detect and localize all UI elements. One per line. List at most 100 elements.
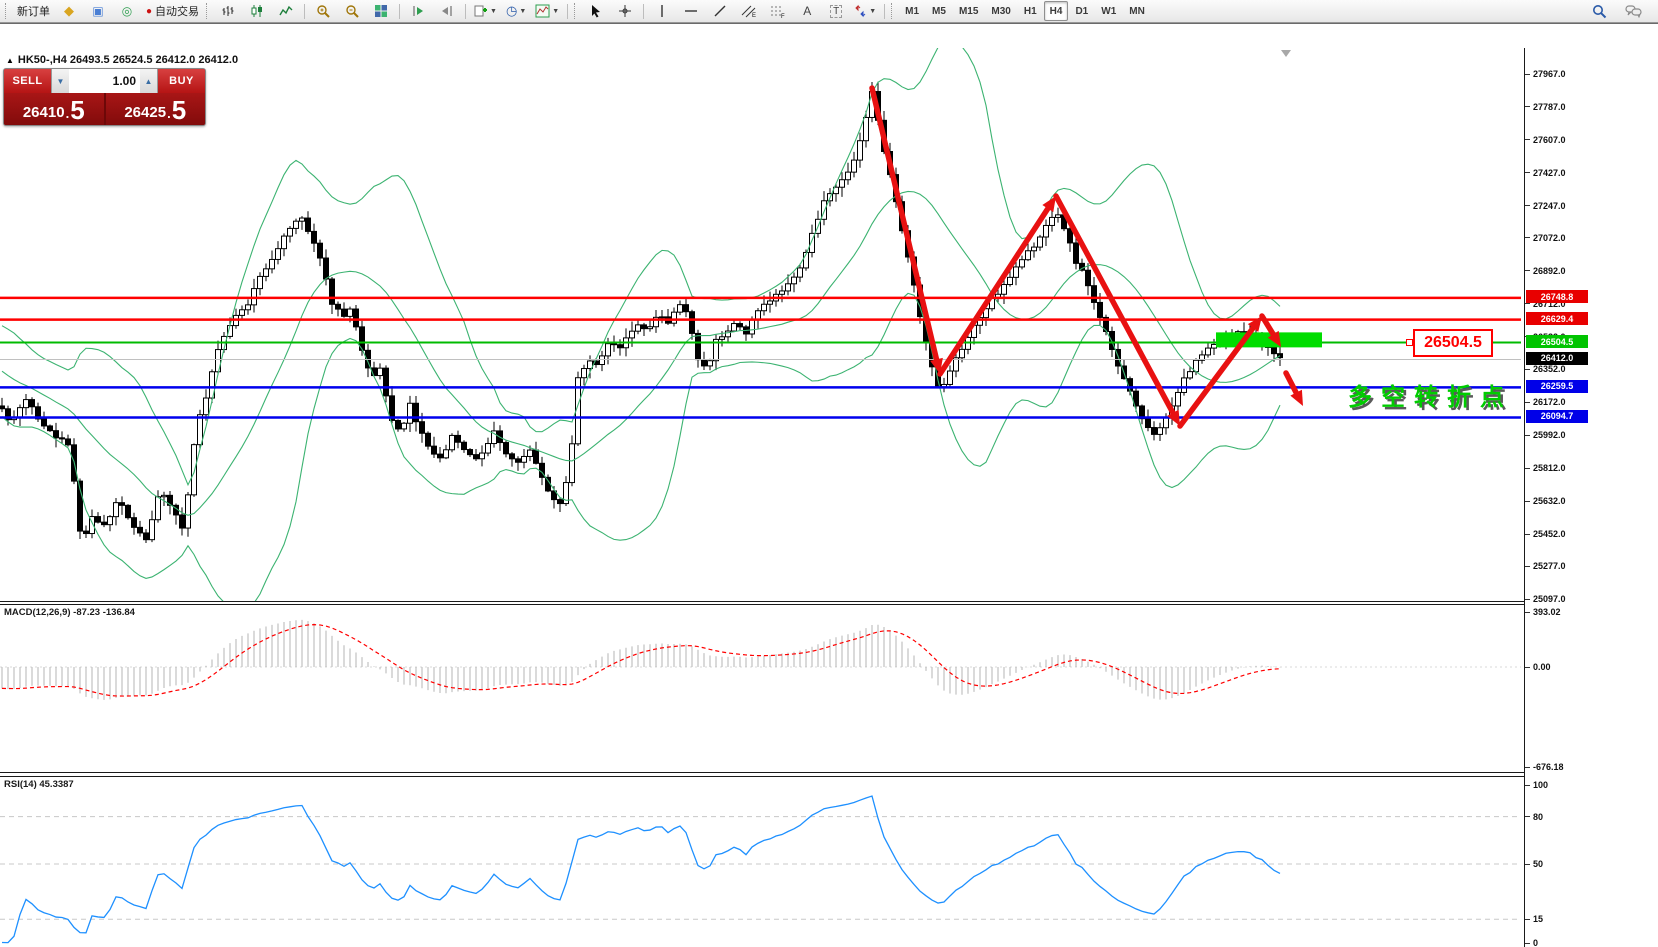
timeframe-button-M5[interactable]: M5 <box>926 1 952 21</box>
bar-chart-button[interactable] <box>214 1 242 22</box>
svg-text:F: F <box>781 14 785 18</box>
new-order-label: 新订单 <box>17 3 50 19</box>
mt4-terminal: 新订单 ◆ ▣ ◎ ● 自动交易 <box>0 0 1658 947</box>
text-button[interactable]: A <box>793 1 821 22</box>
rsi-axis-tick: 100 <box>1525 779 1548 791</box>
rsi-axis-tick: 0 <box>1525 937 1538 947</box>
new-chart-dropdown[interactable]: ▼ <box>470 1 501 22</box>
chat-icon[interactable] <box>1619 1 1647 22</box>
buy-price-dot: . <box>167 107 171 120</box>
market-watch-icon[interactable]: ◆ <box>55 1 83 22</box>
vertical-line-button[interactable] <box>648 1 676 22</box>
rsi-axis-tick: 50 <box>1525 858 1543 870</box>
sell-price[interactable]: 26410 . 5 <box>4 93 104 125</box>
buy-price-main: 26425 <box>124 105 166 120</box>
volume-decrease-button[interactable]: ▼ <box>52 69 69 93</box>
timeframe-button-M30[interactable]: M30 <box>985 1 1016 21</box>
svg-text:E: E <box>752 13 756 18</box>
timeframe-button-MN[interactable]: MN <box>1123 1 1151 21</box>
price-tick: 26172.0 <box>1525 396 1566 408</box>
price-tick: 27247.0 <box>1525 200 1566 212</box>
turning-point-annotation: 多空转折点 <box>1348 377 1513 412</box>
candlestick-chart-button[interactable] <box>243 1 271 22</box>
main-price-chart[interactable] <box>0 48 1524 601</box>
toolbar-separator <box>884 4 885 19</box>
toolbar-grip <box>5 3 8 19</box>
price-tick: 27787.0 <box>1525 101 1566 113</box>
price-tag-26094.7: 26094.7 <box>1526 410 1588 423</box>
price-tick: 25452.0 <box>1525 528 1566 540</box>
timeframe-button-M1[interactable]: M1 <box>899 1 925 21</box>
chart-shift-button[interactable] <box>433 1 461 22</box>
trendline-button[interactable] <box>706 1 734 22</box>
timeframe-button-H4[interactable]: H4 <box>1044 1 1069 21</box>
toolbar-separator <box>304 4 305 19</box>
timeframe-bar: M1M5M15M30H1H4D1W1MN <box>899 1 1151 21</box>
search-icon[interactable] <box>1585 1 1613 22</box>
new-order-button[interactable]: 新订单 <box>13 1 54 22</box>
toolbar-separator <box>567 4 568 19</box>
macd-indicator-label: MACD(12,26,9) -87.23 -136.84 <box>4 607 135 618</box>
macd-axis-max: 393.02 <box>1525 606 1561 618</box>
autotrading-label: 自动交易 <box>155 3 199 19</box>
toolbar-grip <box>574 3 577 19</box>
price-axis[interactable]: 27967.027787.027607.027427.027247.027072… <box>1524 48 1658 947</box>
buy-price-frac: 5 <box>172 97 186 123</box>
horizontal-line-button[interactable] <box>677 1 705 22</box>
toolbar-separator <box>465 4 466 19</box>
line-chart-button[interactable] <box>272 1 300 22</box>
tile-windows-button[interactable] <box>367 1 395 22</box>
chart-icon: ▲ <box>6 56 14 65</box>
toolbar-separator <box>399 4 400 19</box>
toolbar: 新订单 ◆ ▣ ◎ ● 自动交易 <box>0 0 1658 23</box>
callout-anchor[interactable] <box>1406 339 1413 346</box>
toolbar-grip <box>206 3 209 19</box>
indicators-dropdown[interactable]: ▼ <box>531 1 563 22</box>
chart-window: ▲HK50-,H4 26493.5 26524.5 26412.0 26412.… <box>0 23 1658 947</box>
auto-scroll-button[interactable] <box>404 1 432 22</box>
autotrading-button[interactable]: ● 自动交易 <box>142 1 203 22</box>
zoom-out-button[interactable] <box>338 1 366 22</box>
sell-button[interactable]: SELL <box>4 69 51 93</box>
price-tick: 25632.0 <box>1525 495 1566 507</box>
price-tick: 25097.0 <box>1525 593 1566 605</box>
fibonacci-button[interactable]: F <box>764 1 792 22</box>
text-label-button[interactable]: T <box>822 1 850 22</box>
macd-axis-zero: 0.00 <box>1525 661 1551 673</box>
toolbar-separator <box>643 4 644 19</box>
price-tag-26748.8: 26748.8 <box>1526 290 1588 303</box>
timeframe-button-D1[interactable]: D1 <box>1069 1 1094 21</box>
price-tick: 26352.0 <box>1525 363 1566 375</box>
crosshair-button[interactable] <box>611 1 639 22</box>
cursor-button[interactable] <box>582 1 610 22</box>
timeframe-button-H1[interactable]: H1 <box>1018 1 1043 21</box>
timeframe-button-W1[interactable]: W1 <box>1095 1 1122 21</box>
volume-input[interactable] <box>69 69 140 93</box>
macd-axis-min: -676.18 <box>1525 761 1564 773</box>
macd-pane[interactable] <box>0 604 1524 772</box>
navigator-icon[interactable]: ▣ <box>84 1 112 22</box>
price-tick: 27607.0 <box>1525 134 1566 146</box>
equidistant-channel-button[interactable]: E <box>735 1 763 22</box>
sell-price-frac: 5 <box>70 97 84 123</box>
price-tag-26259.5: 26259.5 <box>1526 380 1588 393</box>
price-tick: 27072.0 <box>1525 232 1566 244</box>
timeframe-button-M15[interactable]: M15 <box>953 1 984 21</box>
sell-price-dot: . <box>66 107 70 120</box>
signals-icon[interactable]: ◎ <box>113 1 141 22</box>
price-tick: 26892.0 <box>1525 265 1566 277</box>
chart-shift-marker[interactable] <box>1281 50 1291 57</box>
arrows-dropdown[interactable]: ▼ <box>851 1 880 22</box>
zoom-in-button[interactable] <box>309 1 337 22</box>
periods-clock-dropdown[interactable]: ◷▼ <box>502 1 530 22</box>
price-tick: 27427.0 <box>1525 167 1566 179</box>
buy-price[interactable]: 26425 . 5 <box>106 93 206 125</box>
price-tick: 25992.0 <box>1525 429 1566 441</box>
one-click-trade-panel: SELL ▼ ▲ BUY 26410 . 5 26425 . 5 <box>3 68 206 126</box>
price-callout[interactable]: 26504.5 <box>1413 329 1493 357</box>
buy-button[interactable]: BUY <box>158 69 205 93</box>
symbol-info: ▲HK50-,H4 26493.5 26524.5 26412.0 26412.… <box>6 54 238 66</box>
volume-increase-button[interactable]: ▲ <box>140 69 157 93</box>
toolbar-grip <box>891 3 894 19</box>
rsi-pane[interactable] <box>0 776 1524 947</box>
